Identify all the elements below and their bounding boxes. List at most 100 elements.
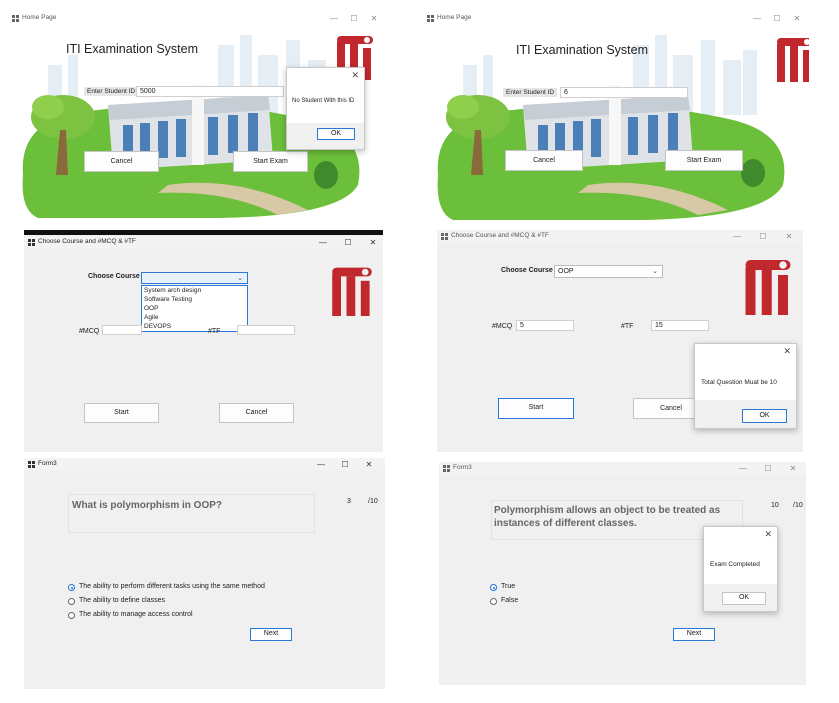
course-option[interactable]: Agile: [142, 313, 247, 322]
maximize-icon[interactable]: ☐: [769, 13, 785, 24]
question-text: What is polymorphism in OOP?: [72, 500, 223, 511]
answer-option[interactable]: The ability to perform different tasks u…: [68, 583, 328, 593]
iti-logo: [777, 38, 809, 82]
window-title: Home Page: [22, 14, 57, 21]
tf-input[interactable]: 15: [651, 320, 709, 331]
next-button[interactable]: Next: [250, 628, 292, 641]
home-window-valid: Home Page — ☐ ✕ ITI Examination System E…: [423, 12, 809, 220]
start-button[interactable]: Start: [84, 403, 159, 423]
app-icon: [12, 15, 19, 22]
radio-selected[interactable]: [490, 584, 497, 591]
close-icon[interactable]: ✕: [789, 13, 805, 24]
mcq-label: #MCQ: [492, 323, 513, 330]
radio-unselected[interactable]: [490, 598, 497, 605]
answer-option[interactable]: False: [490, 597, 570, 607]
mcq-label: #MCQ: [79, 328, 100, 335]
course-select[interactable]: OOP ⌄: [554, 265, 663, 278]
iti-logo: [745, 260, 791, 315]
dialog-message: Total Question Muat be 10: [701, 379, 777, 386]
dialog-close-icon[interactable]: ✕: [764, 529, 772, 540]
answer-label: The ability to perform different tasks u…: [79, 583, 265, 590]
chevron-down-icon: ⌄: [237, 275, 243, 282]
app-heading: ITI Examination System: [66, 42, 198, 56]
cancel-button[interactable]: Cancel: [505, 150, 583, 171]
student-id-input[interactable]: 5000: [136, 86, 284, 97]
dialog-close-icon[interactable]: ✕: [783, 346, 791, 357]
minimize-icon[interactable]: —: [313, 459, 329, 470]
title-bar: Choose Course and #MCQ & #TF — ☐ ✕: [437, 230, 803, 243]
dialog-ok-button[interactable]: OK: [317, 128, 355, 140]
question-text: Polymorphism allows an object to be trea…: [494, 505, 721, 529]
iti-logo: [332, 267, 372, 316]
window-title: Home Page: [437, 14, 472, 21]
radio-unselected[interactable]: [68, 598, 75, 605]
minimize-icon[interactable]: —: [735, 463, 751, 474]
maximize-icon[interactable]: ☐: [340, 237, 356, 248]
dialog-ok-button[interactable]: OK: [722, 592, 766, 605]
start-exam-button[interactable]: Start Exam: [665, 150, 743, 171]
window-title: Choose Course and #MCQ & #TF: [38, 238, 136, 245]
minimize-icon[interactable]: —: [749, 13, 765, 24]
no-student-dialog: ✕ No Student With this ID OK: [286, 67, 365, 150]
mcq-input[interactable]: 5: [516, 320, 574, 331]
course-label: Choose Course: [88, 273, 140, 280]
radio-unselected[interactable]: [68, 612, 75, 619]
next-button[interactable]: Next: [673, 628, 715, 641]
dialog-close-icon[interactable]: ✕: [351, 70, 359, 81]
mcq-input[interactable]: [102, 325, 142, 335]
close-icon[interactable]: ✕: [781, 231, 797, 242]
choose-course-window-error: Choose Course and #MCQ & #TF — ☐ ✕ Choos…: [437, 230, 803, 452]
course-option[interactable]: Software Testing: [142, 295, 247, 304]
course-option[interactable]: OOP: [142, 304, 247, 313]
course-option[interactable]: System arch design: [142, 286, 247, 295]
student-id-input[interactable]: 6: [560, 87, 688, 98]
cancel-button[interactable]: Cancel: [219, 403, 294, 423]
minimize-icon[interactable]: —: [729, 231, 745, 242]
course-option[interactable]: DEVOPS: [142, 322, 247, 331]
start-exam-button[interactable]: Start Exam: [233, 151, 308, 172]
course-select[interactable]: ⌄: [141, 272, 248, 284]
dialog-message: Exam Completed: [710, 561, 760, 568]
close-icon[interactable]: ✕: [365, 237, 381, 248]
tf-label: #TF: [208, 328, 221, 335]
choose-course-window-dropdown: Choose Course and #MCQ & #TF — ☐ ✕ Choos…: [24, 230, 383, 452]
exam-window-tf: Form3 — ☐ ✕ Polymorphism allows an objec…: [439, 462, 806, 685]
radio-selected[interactable]: [68, 584, 75, 591]
answer-option[interactable]: The ability to define classes: [68, 597, 328, 607]
course-dropdown-list: System arch design Software Testing OOP …: [141, 285, 248, 332]
close-icon[interactable]: ✕: [785, 463, 801, 474]
answer-option[interactable]: The ability to manage access control: [68, 611, 328, 621]
maximize-icon[interactable]: ☐: [760, 463, 776, 474]
start-button[interactable]: Start: [498, 398, 574, 419]
app-heading: ITI Examination System: [516, 43, 648, 57]
answer-option[interactable]: True: [490, 583, 570, 593]
app-icon: [28, 239, 35, 246]
chevron-down-icon: ⌄: [652, 268, 658, 275]
tf-label: #TF: [621, 323, 634, 330]
app-icon: [28, 461, 35, 468]
minimize-icon[interactable]: —: [315, 237, 331, 248]
minimize-icon[interactable]: —: [326, 13, 342, 24]
student-id-label: Enter Student ID: [503, 88, 558, 97]
window-title: Form3: [453, 464, 472, 471]
maximize-icon[interactable]: ☐: [337, 459, 353, 470]
total-question-dialog: ✕ Total Question Muat be 10 OK: [694, 343, 797, 429]
top-border: [24, 230, 383, 235]
close-icon[interactable]: ✕: [366, 13, 382, 24]
dialog-message: No Student With this ID: [292, 98, 355, 104]
cancel-button[interactable]: Cancel: [84, 151, 159, 172]
dialog-ok-button[interactable]: OK: [742, 409, 787, 423]
app-icon: [427, 15, 434, 22]
course-label: Choose Course: [501, 267, 553, 274]
tf-input[interactable]: [237, 325, 295, 335]
exam-window-mcq: Form3 — ☐ ✕ What is polymorphism in OOP?…: [24, 458, 385, 689]
answer-label: The ability to manage access control: [79, 611, 193, 618]
answer-label: True: [501, 583, 516, 590]
window-title: Form3: [38, 460, 57, 467]
question-counter: 3: [347, 498, 351, 505]
title-bar: Form3 — ☐ ✕: [24, 458, 385, 471]
question-counter: 10: [771, 502, 779, 509]
maximize-icon[interactable]: ☐: [755, 231, 771, 242]
maximize-icon[interactable]: ☐: [346, 13, 362, 24]
close-icon[interactable]: ✕: [361, 459, 377, 470]
